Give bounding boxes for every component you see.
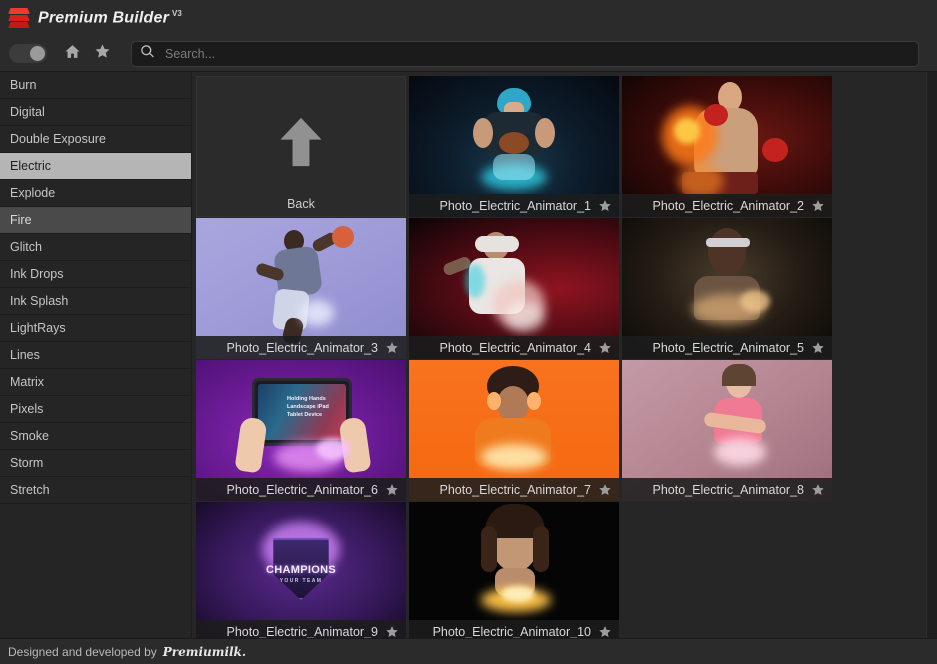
thumbnail-image-9: CHAMPIONS YOUR TEAM — [196, 502, 406, 638]
sidebar-item-glitch[interactable]: Glitch — [0, 234, 191, 261]
home-button[interactable] — [59, 41, 85, 67]
search-icon — [140, 44, 155, 64]
tablet-screen-text: Holding Hands Landscape iPad Tablet Devi… — [287, 396, 329, 418]
star-icon[interactable] — [385, 625, 399, 639]
badge-subtitle: YOUR TEAM — [279, 578, 323, 584]
sidebar-item-lines[interactable]: Lines — [0, 342, 191, 369]
star-icon — [94, 43, 111, 65]
back-tile-label: Back — [287, 197, 315, 211]
sidebar-item-explode[interactable]: Explode — [0, 180, 191, 207]
item-label-7: Photo_Electric_Animator_7 — [439, 482, 591, 497]
badge-title: CHAMPIONS — [266, 564, 336, 576]
star-icon[interactable] — [598, 341, 612, 355]
page-title: Premium Builder V3 — [38, 9, 182, 27]
star-icon[interactable] — [811, 341, 825, 355]
gallery-item-2[interactable]: Photo_Electric_Animator_2 — [622, 76, 832, 217]
search-bar[interactable] — [131, 40, 919, 67]
item-label-4: Photo_Electric_Animator_4 — [439, 340, 591, 355]
category-sidebar: Burn Digital Double Exposure Electric Ex… — [0, 72, 192, 638]
sidebar-item-ink-splash[interactable]: Ink Splash — [0, 288, 191, 315]
item-label-1: Photo_Electric_Animator_1 — [439, 198, 591, 213]
item-caption-9: Photo_Electric_Animator_9 — [196, 620, 406, 638]
status-bar: Designed and developed by Premiumilk. — [0, 638, 937, 664]
star-icon[interactable] — [385, 483, 399, 497]
sidebar-item-ink-drops[interactable]: Ink Drops — [0, 261, 191, 288]
sidebar-item-burn[interactable]: Burn — [0, 72, 191, 99]
star-icon[interactable] — [811, 483, 825, 497]
item-caption-7: Photo_Electric_Animator_7 — [409, 478, 619, 501]
item-label-9: Photo_Electric_Animator_9 — [226, 624, 378, 639]
gallery-right-edge — [926, 72, 937, 638]
item-label-6: Photo_Electric_Animator_6 — [226, 482, 378, 497]
star-icon[interactable] — [811, 199, 825, 213]
star-icon[interactable] — [598, 483, 612, 497]
item-label-8: Photo_Electric_Animator_8 — [652, 482, 804, 497]
item-label-10: Photo_Electric_Animator_10 — [432, 624, 591, 639]
item-caption-1: Photo_Electric_Animator_1 — [409, 194, 619, 217]
tablet-device: Holding Hands Landscape iPad Tablet Devi… — [252, 378, 352, 446]
sidebar-item-double-exposure[interactable]: Double Exposure — [0, 126, 191, 153]
sidebar-item-fire[interactable]: Fire — [0, 207, 191, 234]
item-label-5: Photo_Electric_Animator_5 — [652, 340, 804, 355]
star-icon[interactable] — [598, 625, 612, 639]
footer-credit-text: Designed and developed by — [8, 644, 157, 659]
item-caption-5: Photo_Electric_Animator_5 — [622, 336, 832, 359]
gallery-item-10[interactable]: Photo_Electric_Animator_10 — [409, 502, 619, 638]
favorites-button[interactable] — [89, 41, 115, 67]
item-caption-3: Photo_Electric_Animator_3 — [196, 336, 406, 359]
back-tile[interactable]: Back — [196, 76, 406, 217]
gallery-item-1[interactable]: Photo_Electric_Animator_1 — [409, 76, 619, 217]
template-gallery: Back Photo_Electric_Animator_1 Photo_Ele… — [192, 72, 937, 638]
up-arrow-icon — [272, 111, 330, 173]
item-caption-10: Photo_Electric_Animator_10 — [409, 620, 619, 638]
app-version-badge: V3 — [172, 8, 182, 18]
application-window: Premium BuilderV3 Burn Digita — [0, 0, 937, 664]
footer-brand-name: Premiumilk. — [162, 644, 247, 659]
sidebar-item-matrix[interactable]: Matrix — [0, 369, 191, 396]
sidebar-item-digital[interactable]: Digital — [0, 99, 191, 126]
sidebar-item-smoke[interactable]: Smoke — [0, 423, 191, 450]
item-label-2: Photo_Electric_Animator_2 — [652, 198, 804, 213]
toggle-knob — [30, 46, 45, 61]
toolbar — [0, 36, 937, 72]
stacked-layers-icon — [8, 7, 30, 29]
item-label-3: Photo_Electric_Animator_3 — [226, 340, 378, 355]
item-caption-6: Photo_Electric_Animator_6 — [196, 478, 406, 501]
item-caption-4: Photo_Electric_Animator_4 — [409, 336, 619, 359]
item-caption-2: Photo_Electric_Animator_2 — [622, 194, 832, 217]
gallery-item-3[interactable]: Photo_Electric_Animator_3 — [196, 218, 406, 359]
gallery-item-9[interactable]: CHAMPIONS YOUR TEAM Photo_Electric_Anima… — [196, 502, 406, 638]
search-input[interactable] — [155, 46, 910, 61]
item-caption-8: Photo_Electric_Animator_8 — [622, 478, 832, 501]
sidebar-item-stretch[interactable]: Stretch — [0, 477, 191, 504]
sidebar-item-pixels[interactable]: Pixels — [0, 396, 191, 423]
star-icon[interactable] — [598, 199, 612, 213]
sidebar-item-lightrays[interactable]: LightRays — [0, 315, 191, 342]
star-icon[interactable] — [385, 341, 399, 355]
gallery-item-8[interactable]: Photo_Electric_Animator_8 — [622, 360, 832, 501]
gallery-item-6[interactable]: Holding Hands Landscape iPad Tablet Devi… — [196, 360, 406, 501]
home-icon — [64, 43, 81, 65]
thumbnail-image-10 — [409, 502, 619, 638]
sidebar-item-electric[interactable]: Electric — [0, 153, 191, 180]
gallery-item-7[interactable]: Photo_Electric_Animator_7 — [409, 360, 619, 501]
view-toggle[interactable] — [9, 44, 47, 63]
gallery-item-5[interactable]: Photo_Electric_Animator_5 — [622, 218, 832, 359]
sidebar-item-storm[interactable]: Storm — [0, 450, 191, 477]
title-bar: Premium Builder V3 — [0, 0, 937, 36]
main-body: Burn Digital Double Exposure Electric Ex… — [0, 72, 937, 638]
gallery-item-4[interactable]: Photo_Electric_Animator_4 — [409, 218, 619, 359]
gallery-grid: Back Photo_Electric_Animator_1 Photo_Ele… — [196, 76, 838, 638]
app-title-text: Premium Builder — [38, 9, 170, 27]
